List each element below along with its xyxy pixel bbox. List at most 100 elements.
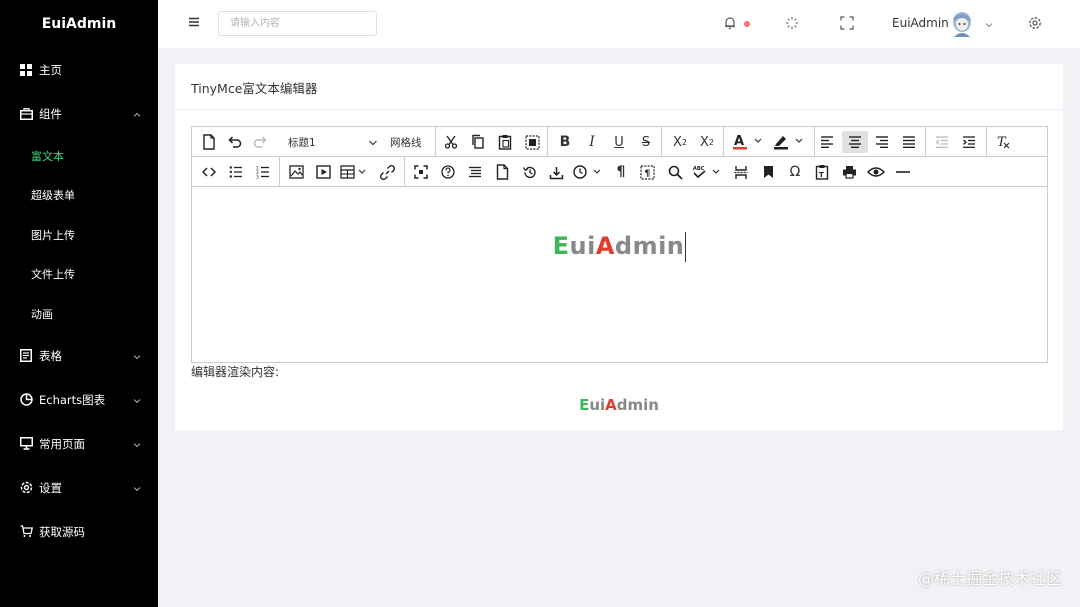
- toolbar-separator: [925, 127, 926, 156]
- new-document-icon[interactable]: [198, 131, 220, 153]
- menu-item-get-source[interactable]: 获取源码: [0, 510, 158, 554]
- submenu-item-file-upload[interactable]: 文件上传: [0, 255, 158, 295]
- select-all-icon[interactable]: [521, 131, 543, 153]
- underline-icon[interactable]: U: [608, 131, 630, 153]
- visual-blocks-icon[interactable]: ¶: [636, 161, 658, 183]
- notification-dot: [744, 21, 750, 27]
- image-icon[interactable]: [285, 161, 307, 183]
- paste-icon[interactable]: [494, 131, 516, 153]
- submenu-item-image-upload[interactable]: 图片上传: [0, 215, 158, 255]
- help-icon[interactable]: [437, 161, 459, 183]
- menu-item-common-pages[interactable]: 常用页面: [0, 422, 158, 466]
- fullscreen-icon[interactable]: [410, 161, 432, 183]
- upload-icon[interactable]: [545, 161, 567, 183]
- heading-select-value: 标题1: [288, 136, 316, 149]
- subscript-icon[interactable]: X2: [695, 131, 719, 153]
- redo-icon[interactable]: [250, 131, 272, 153]
- card-title: TinyMce富文本编辑器: [191, 81, 318, 96]
- svg-text:¶: ¶: [644, 169, 650, 179]
- chevron-down-icon: [368, 138, 378, 150]
- search-input[interactable]: [218, 11, 377, 36]
- outdent-icon[interactable]: [931, 131, 953, 153]
- logo-text-dmin: dmin: [616, 396, 659, 414]
- table-of-contents-icon[interactable]: [464, 161, 486, 183]
- avatar[interactable]: [950, 11, 974, 39]
- menu-item-label: 组件: [39, 107, 62, 121]
- clear-formatting-icon[interactable]: T: [992, 131, 1014, 153]
- bold-icon[interactable]: B: [554, 131, 576, 153]
- chevron-up-icon: [132, 109, 142, 119]
- chevron-down-icon[interactable]: [984, 19, 994, 29]
- settings-gear-icon[interactable]: [1027, 15, 1043, 31]
- menu-item-echarts[interactable]: Echarts图表: [0, 378, 158, 422]
- menu-item-home[interactable]: 主页: [0, 48, 158, 92]
- svg-text:T: T: [819, 171, 824, 179]
- username[interactable]: EuiAdmin: [892, 16, 949, 30]
- page-break-icon[interactable]: [730, 161, 752, 183]
- toolbar-separator: [547, 127, 548, 156]
- monitor-icon: [19, 437, 33, 451]
- divider: [175, 109, 1063, 110]
- table-icon[interactable]: [339, 161, 371, 183]
- restore-draft-icon[interactable]: [518, 161, 540, 183]
- paste-as-text-icon[interactable]: T: [811, 161, 833, 183]
- show-blocks-icon[interactable]: ¶: [610, 161, 632, 183]
- bullet-list-icon[interactable]: [225, 161, 247, 183]
- highlight-color-icon[interactable]: [770, 131, 810, 153]
- loading-icon[interactable]: [784, 15, 800, 31]
- align-right-icon[interactable]: [871, 131, 893, 153]
- logo-letter-a: A: [605, 396, 617, 414]
- template-icon[interactable]: [491, 161, 513, 183]
- link-icon[interactable]: [376, 161, 398, 183]
- briefcase-icon: [19, 107, 33, 121]
- document-icon: [19, 349, 33, 363]
- fullscreen-icon[interactable]: [839, 15, 855, 31]
- menu-item-table[interactable]: 表格: [0, 334, 158, 378]
- media-icon[interactable]: [312, 161, 334, 183]
- print-icon[interactable]: [838, 161, 860, 183]
- preview-eye-icon[interactable]: [865, 161, 887, 183]
- menu-item-components[interactable]: 组件: [0, 92, 158, 136]
- insert-datetime-icon[interactable]: [572, 161, 608, 183]
- align-left-icon[interactable]: [816, 131, 838, 153]
- search-replace-icon[interactable]: [664, 161, 686, 183]
- gridlines-toggle[interactable]: 网格线: [390, 131, 422, 153]
- toolbar-row-2: 123 ¶ ¶ ABC Ω T: [192, 157, 1047, 187]
- render-label: 编辑器渲染内容:: [191, 365, 280, 379]
- copy-icon[interactable]: [467, 131, 489, 153]
- menu-item-label: Echarts图表: [39, 392, 106, 407]
- bell-icon[interactable]: [722, 15, 738, 31]
- chevron-down-icon: [132, 439, 142, 449]
- numbered-list-icon[interactable]: 123: [252, 161, 274, 183]
- svg-text:A: A: [734, 134, 744, 149]
- align-center-icon[interactable]: [842, 131, 868, 153]
- pie-chart-icon: [19, 393, 33, 407]
- submenu-item-rich-text[interactable]: 富文本: [0, 136, 158, 176]
- menu-item-label: 表格: [39, 348, 62, 363]
- logo-letter-e: E: [552, 232, 570, 260]
- brand-logo[interactable]: EuiAdmin: [0, 0, 158, 48]
- code-icon[interactable]: [198, 161, 220, 183]
- menu-toggle-icon[interactable]: [188, 16, 204, 32]
- spellcheck-icon[interactable]: ABC: [690, 161, 726, 183]
- editor-content-area[interactable]: EuiAdmin: [192, 188, 1047, 362]
- chevron-down-icon: [132, 351, 142, 361]
- svg-text:ABC: ABC: [693, 166, 705, 172]
- logo-text-dmin: dmin: [614, 232, 685, 260]
- italic-icon[interactable]: I: [581, 131, 603, 153]
- editor-card: TinyMce富文本编辑器 标题1 网格线 B I U S X 2 X 2 A …: [175, 64, 1063, 430]
- submenu-item-super-form[interactable]: 超级表单: [0, 176, 158, 216]
- superscript-icon[interactable]: X2: [668, 131, 692, 153]
- special-character-icon[interactable]: Ω: [784, 161, 806, 183]
- horizontal-line-icon[interactable]: [892, 161, 914, 183]
- undo-icon[interactable]: [223, 131, 245, 153]
- submenu-item-animation[interactable]: 动画: [0, 294, 158, 334]
- text-color-icon[interactable]: A: [729, 131, 769, 153]
- align-justify-icon[interactable]: [898, 131, 920, 153]
- menu-item-settings[interactable]: 设置: [0, 466, 158, 510]
- heading-select[interactable]: 标题1: [278, 131, 386, 153]
- strikethrough-icon[interactable]: S: [635, 131, 657, 153]
- bookmark-icon[interactable]: [757, 161, 779, 183]
- indent-icon[interactable]: [958, 131, 980, 153]
- cut-icon[interactable]: [440, 131, 462, 153]
